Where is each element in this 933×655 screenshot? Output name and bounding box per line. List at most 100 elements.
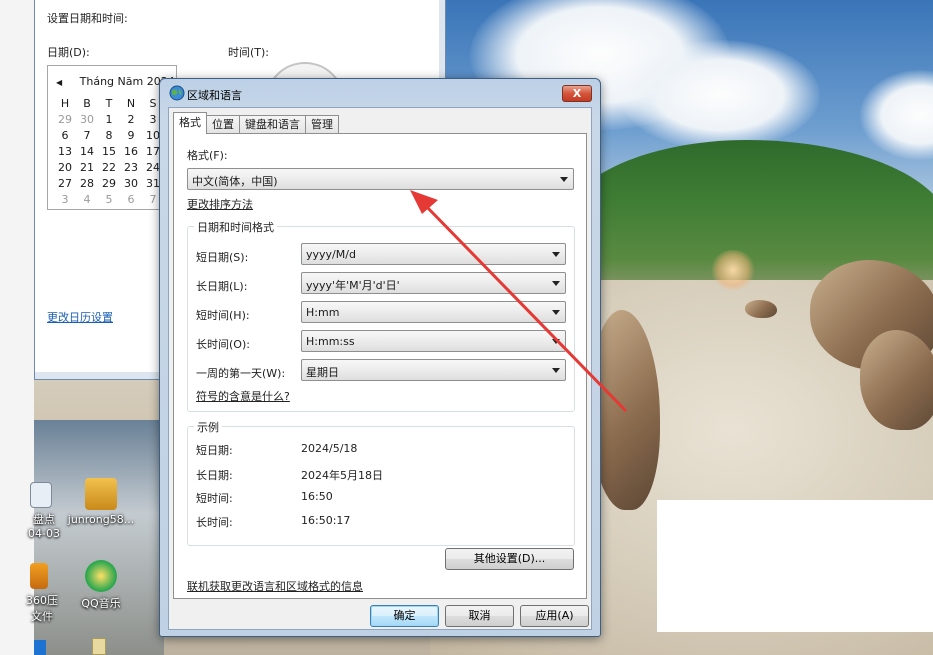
format-label: 格式(F): bbox=[187, 149, 228, 162]
file-icon[interactable] bbox=[92, 638, 106, 655]
calendar-day[interactable]: 1 bbox=[98, 113, 120, 127]
calendar-day[interactable]: 7 bbox=[76, 129, 98, 143]
change-sort-method-link[interactable]: 更改排序方法 bbox=[187, 196, 253, 212]
set-date-time-heading: 设置日期和时间: bbox=[47, 12, 128, 25]
calendar[interactable]: ◀ Tháng Năm 2024 HBTNS293012346789101113… bbox=[47, 65, 182, 210]
qq-music-icon bbox=[85, 560, 117, 592]
dialog-client-area: 格式 位置 键盘和语言 管理 格式(F): 中文(简体，中国) 更改排序方法 日… bbox=[168, 107, 592, 630]
desktop-icon-label: 360压 bbox=[26, 594, 58, 607]
chevron-down-icon bbox=[552, 368, 560, 373]
calendar-header: ◀ Tháng Năm 2024 bbox=[56, 75, 175, 88]
dialog-title: 区域和语言 bbox=[187, 89, 242, 102]
tab-strip: 格式 位置 键盘和语言 管理 bbox=[173, 112, 339, 134]
long-date-value: yyyy'年'M'月'd'日' bbox=[306, 279, 400, 292]
close-icon: X bbox=[572, 87, 582, 100]
formats-tab-page: 格式(F): 中文(简体，中国) 更改排序方法 日期和时间格式 短日期(S): … bbox=[173, 133, 587, 599]
calendar-day[interactable]: 23 bbox=[120, 161, 142, 175]
rock bbox=[860, 330, 933, 430]
calendar-day[interactable]: 3 bbox=[54, 193, 76, 207]
example-long-time-value: 16:50:17 bbox=[301, 514, 351, 527]
calendar-day[interactable]: 29 bbox=[98, 177, 120, 191]
chevron-down-icon bbox=[552, 310, 560, 315]
desktop-icon-pandian[interactable]: 盘点 04-03 bbox=[20, 482, 68, 540]
date-label: 日期(D): bbox=[47, 46, 90, 59]
rock bbox=[745, 300, 777, 318]
calendar-day[interactable]: 20 bbox=[54, 161, 76, 175]
first-day-of-week-value: 星期日 bbox=[306, 366, 339, 379]
calendar-day[interactable]: 2 bbox=[120, 113, 142, 127]
calendar-day[interactable]: 21 bbox=[76, 161, 98, 175]
example-long-time-label: 长时间: bbox=[196, 516, 233, 529]
tab-formats[interactable]: 格式 bbox=[173, 112, 207, 134]
long-date-select[interactable]: yyyy'年'M'月'd'日' bbox=[301, 272, 566, 294]
first-day-of-week-label: 一周的第一天(W): bbox=[196, 367, 286, 380]
blank-area bbox=[657, 500, 933, 632]
calendar-day[interactable]: 6 bbox=[120, 193, 142, 207]
calendar-day[interactable]: 16 bbox=[120, 145, 142, 159]
calendar-day[interactable]: 30 bbox=[120, 177, 142, 191]
long-time-select[interactable]: H:mm:ss bbox=[301, 330, 566, 352]
additional-settings-button[interactable]: 其他设置(D)... bbox=[445, 548, 574, 570]
short-time-select[interactable]: H:mm bbox=[301, 301, 566, 323]
calendar-weekday: H bbox=[60, 97, 70, 110]
cloud bbox=[620, 40, 820, 150]
calendar-day[interactable]: 14 bbox=[76, 145, 98, 159]
long-date-label: 长日期(L): bbox=[196, 280, 248, 293]
tab-administrative[interactable]: 管理 bbox=[305, 115, 339, 134]
globe-icon bbox=[169, 85, 185, 101]
short-time-value: H:mm bbox=[306, 306, 340, 319]
calendar-day[interactable]: 8 bbox=[98, 129, 120, 143]
document-icon bbox=[30, 482, 52, 508]
calendar-day[interactable]: 13 bbox=[54, 145, 76, 159]
short-time-label: 短时间(H): bbox=[196, 309, 250, 322]
chevron-down-icon bbox=[560, 177, 568, 182]
example-short-time-value: 16:50 bbox=[301, 490, 333, 503]
desktop-icon-sublabel: 04-03 bbox=[28, 527, 60, 540]
ok-button[interactable]: 确定 bbox=[370, 605, 439, 627]
calendar-day[interactable]: 4 bbox=[76, 193, 98, 207]
title-bar[interactable]: 区域和语言 X bbox=[160, 79, 600, 107]
format-select[interactable]: 中文(简体，中国) bbox=[187, 168, 574, 190]
calendar-day[interactable]: 30 bbox=[76, 113, 98, 127]
tab-keyboards-languages[interactable]: 键盘和语言 bbox=[239, 115, 306, 134]
format-select-value: 中文(简体，中国) bbox=[192, 175, 278, 188]
example-long-date-label: 长日期: bbox=[196, 469, 233, 482]
calendar-weekday: N bbox=[126, 97, 136, 110]
change-calendar-settings-link[interactable]: 更改日历设置 bbox=[47, 309, 113, 325]
short-date-select[interactable]: yyyy/M/d bbox=[301, 243, 566, 265]
date-time-formats-group: 日期和时间格式 短日期(S): yyyy/M/d 长日期(L): yyyy'年'… bbox=[187, 219, 575, 412]
close-button[interactable]: X bbox=[562, 85, 592, 102]
desktop-icon-qq-music[interactable]: QQ音乐 bbox=[65, 560, 137, 611]
cancel-button[interactable]: 取消 bbox=[445, 605, 514, 627]
calendar-day[interactable]: 28 bbox=[76, 177, 98, 191]
desktop-icon-label: junrong58... bbox=[67, 513, 135, 526]
symbols-meaning-link[interactable]: 符号的含意是什么? bbox=[196, 388, 290, 404]
date-time-formats-group-title: 日期和时间格式 bbox=[194, 219, 277, 235]
desktop-icon-sublabel: 文件 bbox=[31, 610, 53, 623]
online-info-link[interactable]: 联机获取更改语言和区域格式的信息 bbox=[187, 578, 363, 594]
chevron-down-icon bbox=[552, 252, 560, 257]
short-date-value: yyyy/M/d bbox=[306, 248, 356, 261]
previous-month-icon[interactable]: ◀ bbox=[56, 78, 62, 87]
calendar-day[interactable]: 15 bbox=[98, 145, 120, 159]
first-day-of-week-select[interactable]: 星期日 bbox=[301, 359, 566, 381]
sun-glare bbox=[710, 250, 756, 290]
desktop-left-strip bbox=[0, 0, 34, 655]
short-date-label: 短日期(S): bbox=[196, 251, 249, 264]
region-language-dialog: 区域和语言 X 格式 位置 键盘和语言 管理 格式(F): 中文(简体，中国) … bbox=[159, 78, 601, 637]
calendar-day[interactable]: 9 bbox=[120, 129, 142, 143]
desktop-icon-360[interactable]: 360压 文件 bbox=[18, 563, 66, 624]
desktop-icon-junrong[interactable]: junrong58... bbox=[65, 478, 137, 526]
chevron-down-icon bbox=[552, 339, 560, 344]
examples-group-title: 示例 bbox=[194, 419, 222, 435]
calendar-day[interactable]: 5 bbox=[98, 193, 120, 207]
calendar-day[interactable]: 6 bbox=[54, 129, 76, 143]
tab-location[interactable]: 位置 bbox=[206, 115, 240, 134]
long-time-label: 长时间(O): bbox=[196, 338, 250, 351]
folder-zip-icon bbox=[85, 478, 117, 510]
calendar-day[interactable]: 27 bbox=[54, 177, 76, 191]
calendar-day[interactable]: 22 bbox=[98, 161, 120, 175]
taskbar-item-icon[interactable] bbox=[34, 640, 46, 655]
apply-button[interactable]: 应用(A) bbox=[520, 605, 589, 627]
calendar-day[interactable]: 29 bbox=[54, 113, 76, 127]
